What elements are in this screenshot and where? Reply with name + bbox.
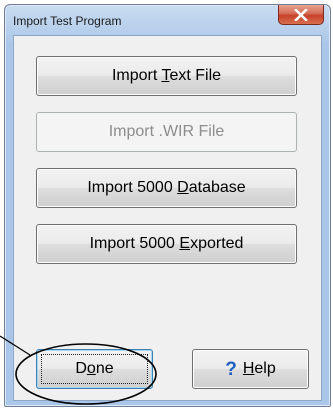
label-prefix: D <box>75 360 87 377</box>
label-prefix: Import 5000 <box>87 179 178 196</box>
accelerator-key: H <box>242 360 255 377</box>
close-button[interactable] <box>278 5 324 25</box>
done-button[interactable]: Done <box>36 349 153 389</box>
import-wir-file-label: Import .WIR File <box>108 123 225 140</box>
import-text-file-button[interactable]: Import Text File <box>36 56 297 96</box>
close-icon <box>294 8 308 21</box>
screenshot-stage: Import Test Program Import Text File Imp… <box>0 0 333 409</box>
title-bar[interactable]: Import Test Program <box>5 5 330 35</box>
label-suffix: elp <box>254 360 276 377</box>
import-5000-database-button[interactable]: Import 5000 Database <box>36 168 297 208</box>
dialog-client-area: Import Text File Import .WIR File Import… <box>13 35 322 401</box>
import-5000-database-label: Import 5000 Database <box>87 179 245 197</box>
label-prefix: Import 5000 <box>89 235 180 252</box>
import-5000-exported-button[interactable]: Import 5000 Exported <box>36 224 297 264</box>
done-label: Done <box>75 360 113 378</box>
label-suffix: ext File <box>169 67 222 84</box>
help-label: Help <box>243 360 276 378</box>
import-wir-file-button: Import .WIR File <box>36 112 297 152</box>
label-suffix: xported <box>190 235 244 252</box>
window-title: Import Test Program <box>13 14 122 28</box>
help-button[interactable]: ? Help <box>192 349 309 389</box>
accelerator-key: o <box>86 360 96 377</box>
label-suffix: atabase <box>188 179 246 196</box>
import-test-program-dialog: Import Test Program Import Text File Imp… <box>4 4 331 407</box>
label-suffix: ne <box>95 360 114 377</box>
import-text-file-label: Import Text File <box>112 67 221 85</box>
label-prefix: Import <box>111 67 162 84</box>
accelerator-key: E <box>179 235 191 252</box>
import-5000-exported-label: Import 5000 Exported <box>90 235 244 253</box>
help-question-icon: ? <box>225 358 237 380</box>
accelerator-key: D <box>177 179 189 196</box>
